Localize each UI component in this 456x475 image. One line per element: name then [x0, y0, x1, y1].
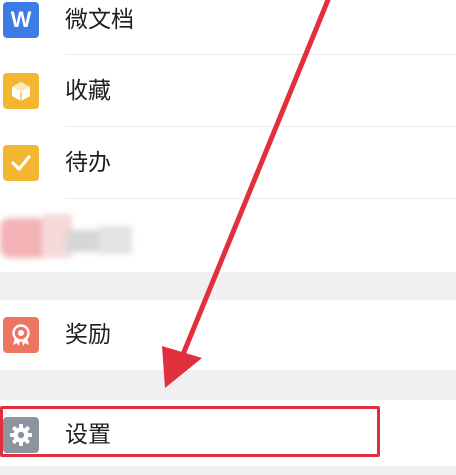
divider [65, 126, 456, 127]
menu-item-label: 待办 [65, 149, 111, 176]
divider [65, 198, 456, 199]
divider [65, 54, 456, 55]
redacted-blur [0, 212, 140, 262]
menu-item-reward[interactable]: 奖励 [0, 300, 456, 370]
menu-item-todo[interactable]: 待办 [0, 128, 456, 198]
todo-check-icon [3, 145, 39, 181]
favorites-cube-icon [3, 73, 39, 109]
word-doc-icon-letter: W [10, 7, 32, 32]
menu-item-favorites[interactable]: 收藏 [0, 56, 456, 126]
menu-item-label: 奖励 [65, 321, 111, 348]
section-gap [0, 466, 456, 475]
word-doc-icon: W [3, 2, 39, 38]
reward-medal-icon [3, 317, 39, 353]
menu-item-weidoc[interactable]: W 微文档 [0, 0, 456, 55]
menu-item-label: 收藏 [65, 77, 111, 104]
section-gap [0, 370, 456, 400]
section-gap [0, 272, 456, 300]
highlight-box [0, 406, 380, 457]
menu-item-label: 微文档 [65, 6, 134, 33]
settings-menu-screen: W 微文档 收藏 待办 奖励 设置 [0, 0, 456, 475]
